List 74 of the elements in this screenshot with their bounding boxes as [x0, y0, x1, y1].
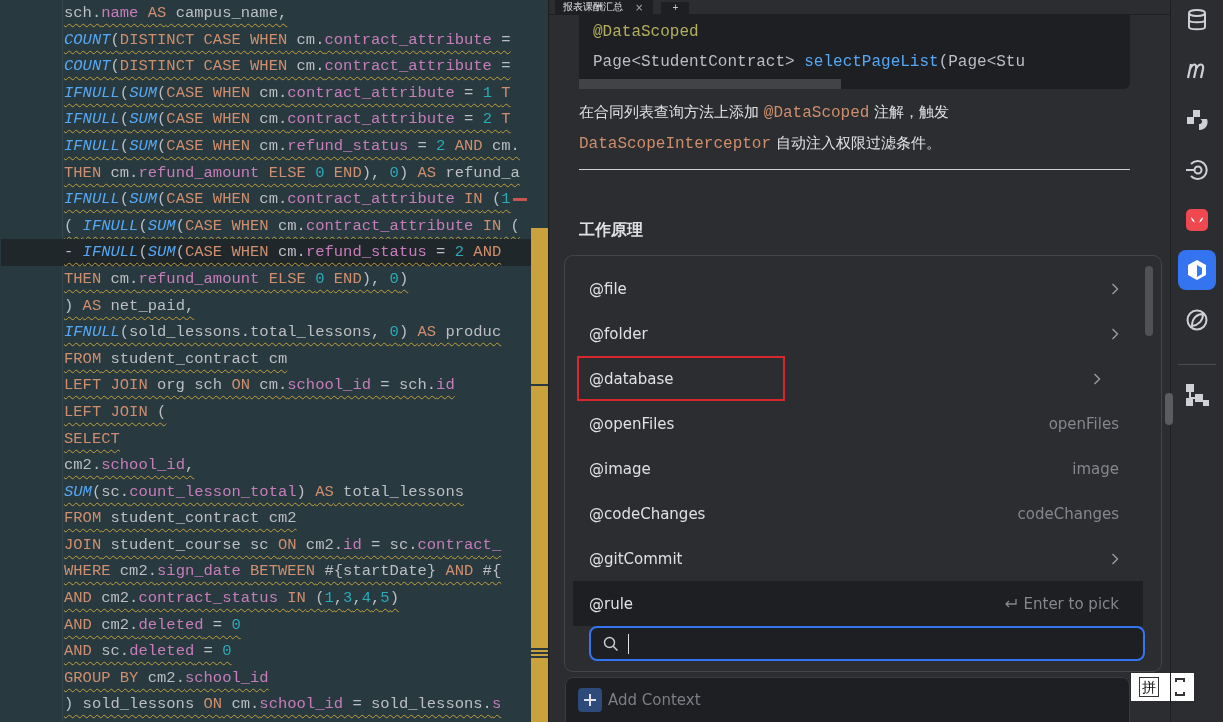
- paragraph: 在合同列表查询方法上添加 @DataScoped 注解，触发 DataScopeInterceptor 自动注入权限过滤条件。: [579, 102, 951, 155]
- scrollbar[interactable]: [1145, 266, 1153, 336]
- code-line: IFNULL(SUM(CASE WHEN cm.contract_attribute = 2 T: [64, 110, 511, 129]
- menu-item[interactable]: @codeChanges codeChanges: [573, 491, 1143, 536]
- chat-tab[interactable]: 报表课酬汇总 ×: [555, 0, 654, 14]
- hint-text: codeChanges: [1017, 504, 1119, 523]
- tool-window-button[interactable]: [1178, 250, 1216, 290]
- code-line: THEN cm.refund_amount ELSE 0 END), 0) AS refund_a: [64, 163, 520, 182]
- code-line: FROM student_contract cm: [64, 349, 288, 368]
- chevron-icon: [1111, 327, 1119, 340]
- menu-item[interactable]: @gitCommit: [573, 536, 1143, 581]
- add-tab-button[interactable]: +: [661, 2, 690, 14]
- hint-text: image: [1072, 459, 1119, 478]
- menu-item[interactable]: @image image: [573, 446, 1143, 491]
- code-line: sch.name AS campus_name,: [64, 4, 288, 22]
- code-line: IFNULL(SUM(CASE WHEN cm.contract_attribute = 1 T: [64, 83, 511, 102]
- expand-icon: [1174, 676, 1187, 698]
- target-icon: [1185, 159, 1209, 181]
- hint-text: openFiles: [1048, 414, 1119, 433]
- section-heading: 工作原理: [579, 220, 644, 241]
- code-line: SELECT: [64, 429, 120, 448]
- code-line: THEN cm.refund_amount ELSE 0 END), 0): [64, 269, 409, 288]
- code-line: ( IFNULL(SUM(CASE WHEN cm.contract_attribute IN (: [64, 216, 520, 235]
- chevron-icon: [1093, 372, 1101, 385]
- chevron-icon: [1111, 552, 1119, 565]
- scrollbar[interactable]: [579, 79, 841, 89]
- enter-icon: [1003, 597, 1018, 610]
- hierarchy-icon: [1184, 382, 1210, 408]
- menu-item[interactable]: @file: [573, 266, 1143, 311]
- add-context-label[interactable]: Add Context: [608, 688, 701, 712]
- code-line: COUNT(DISTINCT CASE WHEN cm.contract_attribute =: [64, 57, 511, 76]
- database-icon: [1186, 8, 1208, 32]
- text-cursor: [628, 633, 629, 654]
- menu-item[interactable]: @database: [577, 356, 785, 401]
- hint-text: Enter to pick: [1023, 594, 1119, 613]
- code-line: JOIN student_course sc ON cm2.id = sc.contract_: [64, 535, 502, 554]
- code-line: WHERE cm2.sign_date BETWEEN #{startDate} AND #{: [64, 562, 502, 581]
- code-line: AND cm2.deleted = 0: [64, 615, 241, 634]
- code-line: IFNULL(sold_lessons.total_lessons, 0) AS produc: [64, 323, 502, 342]
- code-line: LEFT JOIN (: [64, 402, 167, 421]
- code-line: IFNULL(SUM(CASE WHEN cm.contract_attribute IN (1: [64, 190, 511, 209]
- code-line: @DataScoped: [593, 22, 700, 43]
- menu-item[interactable]: @folder: [573, 311, 1143, 356]
- leaf-icon: [1185, 308, 1209, 332]
- tab-label: 报表课酬汇总: [563, 0, 623, 14]
- code-line: AND sc.deleted = 0: [64, 642, 232, 661]
- close-icon[interactable]: ×: [635, 1, 644, 13]
- code-line: AND cm2.contract_status IN (1,3,4,5): [64, 589, 399, 608]
- ime-toolbar[interactable]: 拼: [1131, 673, 1194, 701]
- code-editor[interactable]: [0, 0, 548, 722]
- code-line: SUM(sc.count_lesson_total) AS total_lessons: [64, 482, 464, 501]
- blocks-icon: [1186, 109, 1208, 131]
- menu-item[interactable]: @rule Enter to pick: [573, 581, 1143, 626]
- code-line: Page<StudentContract> selectPageList(Page<Stu: [593, 52, 1027, 73]
- input-mode-label[interactable]: 拼: [1138, 677, 1159, 697]
- code-line: ) AS net_paid,: [64, 296, 195, 315]
- code-line: cm2.school_id,: [64, 456, 195, 475]
- scrollbar[interactable]: [1165, 393, 1173, 425]
- code-line: ) sold_lessons ON cm.school_id = sold_lessons.s: [64, 695, 502, 714]
- add-context-button[interactable]: [578, 688, 602, 712]
- code-line: LEFT JOIN org sch ON cm.school_id = sch.id: [64, 376, 455, 395]
- menu-item[interactable]: @openFiles openFiles: [573, 401, 1143, 446]
- plus-icon: [583, 693, 597, 707]
- search-icon: [603, 635, 619, 652]
- code-line: FROM student_contract cm2: [64, 509, 297, 528]
- search-field[interactable]: [589, 626, 1145, 661]
- chevron-icon: [1111, 282, 1119, 295]
- app-icon: [1185, 208, 1209, 232]
- scrollbar-track[interactable]: [531, 228, 548, 722]
- code-line: GROUP BY cm2.school_id: [64, 668, 269, 687]
- code-line: IFNULL(SUM(CASE WHEN cm.refund_status = 2 AND cm.: [64, 136, 520, 155]
- code-line: - IFNULL(SUM(CASE WHEN cm.refund_status = 2 AND: [64, 243, 502, 262]
- code-line: COUNT(DISTINCT CASE WHEN cm.contract_attribute =: [64, 30, 511, 49]
- app-icon: [1187, 259, 1207, 281]
